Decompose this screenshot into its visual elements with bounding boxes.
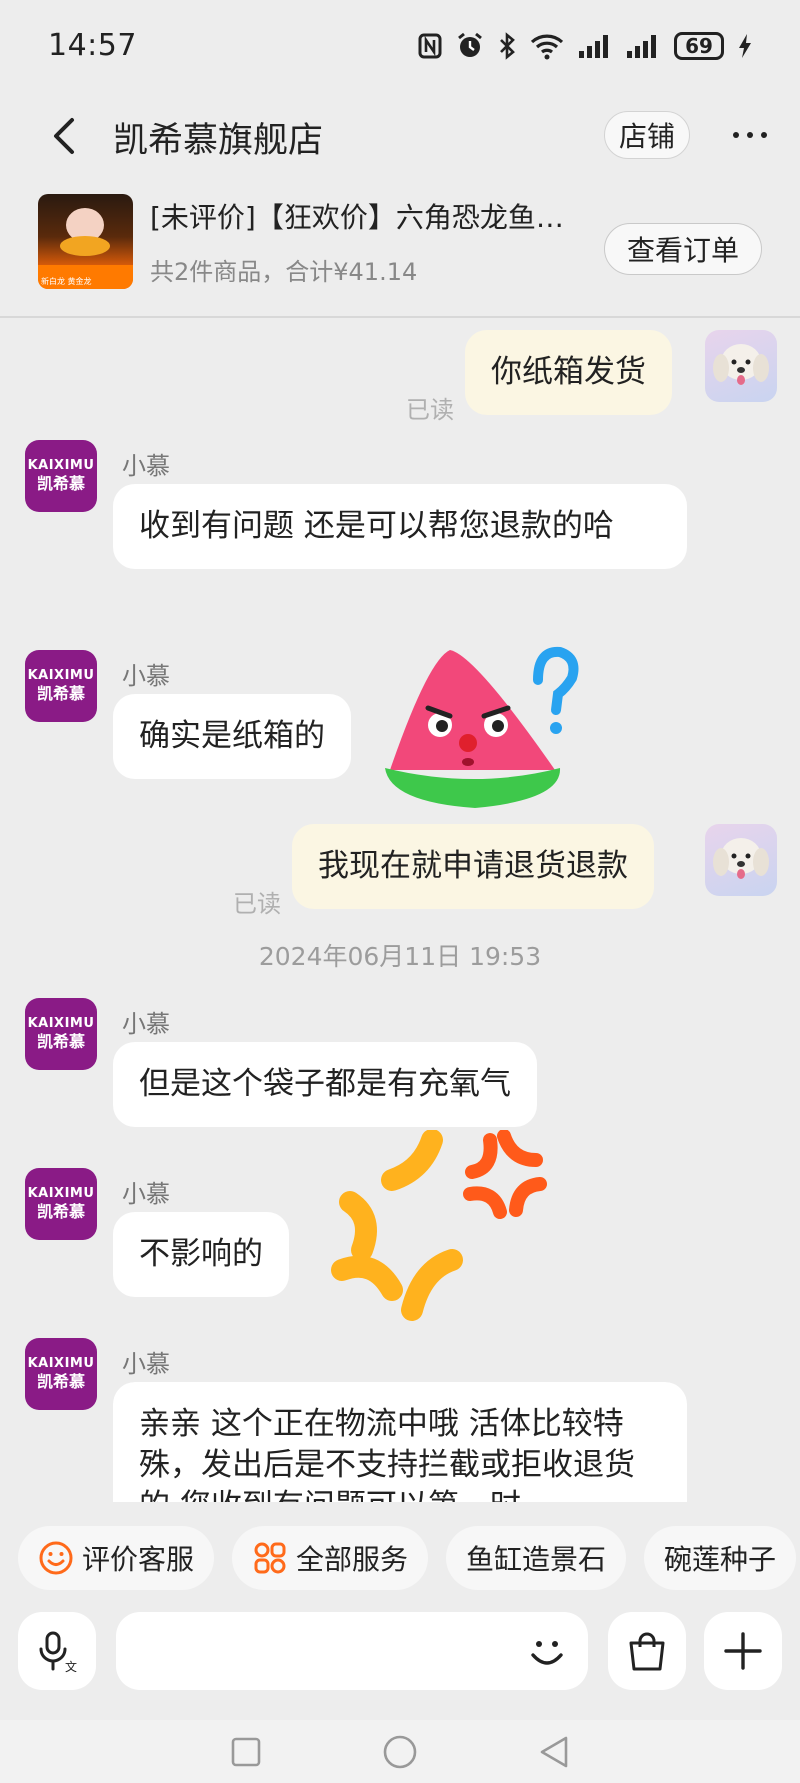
page-title: 凯希慕旗舰店 bbox=[113, 121, 324, 161]
alarm-icon bbox=[458, 32, 482, 57]
shop-avatar[interactable]: KAIXIMU 凯希慕 bbox=[25, 998, 97, 1070]
back-nav-icon[interactable] bbox=[538, 1735, 570, 1769]
outgoing-message[interactable]: 我现在就申请退货退款 bbox=[292, 824, 654, 909]
user-avatar[interactable] bbox=[705, 824, 777, 896]
chat-timestamp: 2024年06月11日 19:53 bbox=[258, 942, 542, 971]
plus-icon bbox=[724, 1632, 762, 1670]
sender-name: 小慕 bbox=[122, 1350, 170, 1378]
bluetooth-icon bbox=[500, 32, 515, 60]
voice-input-button[interactable]: 文 bbox=[18, 1612, 96, 1690]
nfc-icon bbox=[418, 33, 442, 59]
chip-rate-service[interactable]: 评价客服 bbox=[18, 1526, 215, 1590]
order-summary: 共2件商品，合计¥41.14 bbox=[150, 258, 418, 286]
shop-avatar[interactable]: KAIXIMU 凯希慕 bbox=[25, 650, 97, 722]
order-product-thumbnail[interactable]: 新白龙 黄金龙 bbox=[38, 194, 133, 289]
battery-indicator: 69 bbox=[674, 32, 724, 60]
chip-aquarium-stone[interactable]: 鱼缸造景石 bbox=[446, 1526, 627, 1590]
more-options-icon[interactable] bbox=[733, 132, 767, 138]
incoming-message[interactable]: 确实是纸箱的 bbox=[113, 694, 351, 779]
read-receipt: 已读 bbox=[233, 890, 281, 918]
svg-text:文: 文 bbox=[65, 1659, 77, 1673]
home-icon[interactable] bbox=[382, 1734, 418, 1770]
recent-apps-icon[interactable] bbox=[230, 1736, 262, 1768]
sender-name: 小慕 bbox=[122, 1180, 170, 1208]
shop-button[interactable]: 店铺 bbox=[604, 111, 690, 159]
shopping-bag-icon bbox=[629, 1632, 665, 1671]
signal-icon-1 bbox=[579, 35, 608, 58]
charging-icon bbox=[739, 34, 751, 58]
system-nav-bar bbox=[0, 1720, 800, 1783]
incoming-message[interactable]: 亲亲 这个正在物流中哦 活体比较特殊，发出后是不支持拦截或拒收退货的 您收到有问… bbox=[113, 1382, 687, 1502]
outgoing-message[interactable]: 你纸箱发货 bbox=[465, 330, 672, 415]
shopping-bag-button[interactable] bbox=[608, 1612, 686, 1690]
smiley-icon bbox=[39, 1541, 73, 1575]
dog-avatar-icon bbox=[713, 838, 769, 879]
sender-name: 小慕 bbox=[122, 452, 170, 480]
back-button[interactable] bbox=[44, 112, 84, 160]
status-bar: 14:57 69 bbox=[0, 0, 800, 95]
watermelon-sticker[interactable] bbox=[380, 640, 590, 810]
grid-icon bbox=[254, 1542, 286, 1574]
incoming-message[interactable]: 但是这个袋子都是有充氧气 bbox=[113, 1042, 537, 1127]
dog-avatar-icon bbox=[713, 344, 769, 385]
shop-avatar[interactable]: KAIXIMU 凯希慕 bbox=[25, 440, 97, 512]
message-input[interactable] bbox=[116, 1612, 588, 1690]
back-arrow-icon bbox=[54, 118, 74, 154]
message-clip: 亲亲 这个正在物流中哦 活体比较特殊，发出后是不支持拦截或拒收退货的 您收到有问… bbox=[113, 1382, 687, 1502]
chip-all-services[interactable]: 全部服务 bbox=[232, 1526, 429, 1590]
emoji-smile-icon bbox=[531, 1641, 563, 1665]
more-actions-button[interactable] bbox=[704, 1612, 782, 1690]
incoming-message[interactable]: 不影响的 bbox=[113, 1212, 289, 1297]
incoming-message[interactable]: 收到有问题 还是可以帮您退款的哈 bbox=[113, 484, 687, 569]
user-avatar[interactable] bbox=[705, 330, 777, 402]
view-order-button[interactable]: 查看订单 bbox=[604, 223, 762, 275]
status-icons: 69 bbox=[418, 32, 752, 60]
divider bbox=[0, 316, 800, 318]
shop-avatar[interactable]: KAIXIMU 凯希慕 bbox=[25, 1168, 97, 1240]
angry-sticker[interactable] bbox=[322, 1129, 552, 1335]
order-title[interactable]: [未评价]【狂欢价】六角恐龙鱼… bbox=[150, 196, 590, 236]
sender-name: 小慕 bbox=[122, 662, 170, 690]
chip-lotus-seeds[interactable]: 碗莲种子 bbox=[644, 1526, 797, 1590]
watermelon-sticker-icon bbox=[385, 646, 579, 808]
microphone-icon: 文 bbox=[39, 1631, 77, 1673]
sender-name: 小慕 bbox=[122, 1010, 170, 1038]
quick-action-chips: 评价客服 全部服务 鱼缸造景石 碗莲种子 bbox=[18, 1526, 797, 1590]
wifi-icon bbox=[530, 34, 564, 60]
status-time: 14:57 bbox=[48, 28, 137, 63]
signal-icon-2 bbox=[627, 35, 656, 58]
emoji-button[interactable] bbox=[522, 1626, 572, 1676]
shop-avatar[interactable]: KAIXIMU 凯希慕 bbox=[25, 1338, 97, 1410]
read-receipt: 已读 bbox=[406, 396, 454, 424]
angry-vein-sticker-icon bbox=[331, 1129, 547, 1321]
